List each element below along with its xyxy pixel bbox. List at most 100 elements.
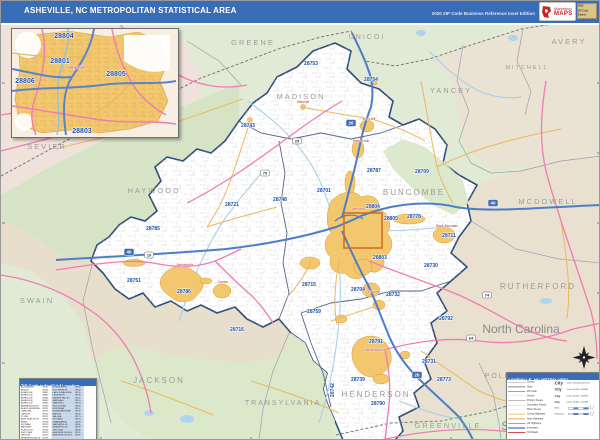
zip-label: 28732: [386, 292, 400, 298]
page-title: ASHEVILLE, NC METROPOLITAN STATISTICAL A…: [24, 6, 237, 15]
interstate-shield: 40: [123, 248, 135, 256]
legend-line-label: Primary Streets: [526, 399, 544, 402]
svg-text:40: 40: [490, 201, 496, 206]
legend-line-label: Streets: [526, 394, 535, 398]
zip-label: 28753: [304, 61, 318, 67]
legend-line-swatch: [508, 427, 526, 429]
legend-city-sample: City: [554, 400, 560, 404]
zip-label: 28743: [241, 123, 255, 129]
county-label: HAYWOOD: [127, 186, 180, 195]
legend-line-swatch: [508, 418, 526, 420]
zip-label: 28787: [367, 168, 381, 174]
legend-line-item: Toll Roads: [508, 430, 555, 435]
legend-line-label: State Highways: [526, 417, 544, 420]
svg-text:26: 26: [348, 121, 354, 126]
zip-label: 28805: [384, 216, 398, 222]
inset-zip-label: 28804: [54, 33, 74, 40]
zip-label: 28778: [407, 214, 421, 220]
us-route-shield: 70: [260, 169, 270, 177]
zip-label: 28715: [302, 282, 316, 288]
zip-label: 28709: [415, 169, 429, 175]
inset-zip-label: 28806: [15, 78, 35, 85]
zip-label: 28739: [351, 377, 365, 383]
legend-line-label: Minor Streets: [526, 408, 541, 411]
scale-bar-graphic: [567, 407, 589, 410]
county-label: MCDOWELL: [518, 197, 577, 206]
inset-zip-label: 28805: [106, 71, 126, 78]
city-label: Marshall: [297, 100, 309, 104]
legend-title-bar: ASHEVILLE, NC METRO AREA: [507, 373, 599, 380]
scale-bar-ticks: 0 5 10: [590, 406, 595, 411]
zip-label: 28701: [317, 188, 331, 194]
county-label: HENDERSON: [341, 390, 410, 399]
legend-body: County State ZIP Code Streets Primary Street…: [508, 380, 599, 439]
county-label: SWAIN: [20, 296, 54, 305]
zip-label: 28721: [225, 202, 239, 208]
legend-line-label: ZIP Code: [526, 390, 537, 393]
zip-label: 28748: [273, 197, 287, 203]
inset-zip-label: 28803: [72, 128, 92, 135]
interstate-shield: 40: [487, 199, 499, 207]
legend-city-label: Cities 100,000 and Over: [566, 381, 591, 385]
legend-scale-bar: Kilometers 0 8 16: [555, 411, 598, 417]
publisher-badge: 2020 ZIP Code Edition: [577, 3, 597, 19]
logo-line2: MAPS: [554, 10, 573, 17]
state-label: North Carolina: [482, 322, 560, 336]
legend-city-sample: City: [554, 380, 563, 386]
svg-text:19: 19: [147, 252, 152, 257]
city-label: Hendersonville: [364, 348, 385, 352]
legend-city-label: Cities 25,000 - 49,999: [566, 394, 588, 397]
legend-line-swatch: [508, 431, 526, 433]
city-label: Weaverville: [353, 139, 370, 143]
county-label: MITCHELL: [505, 65, 548, 71]
zip-label: 28785: [146, 226, 160, 232]
legend-line-label: Interstates: [526, 426, 538, 430]
legend-line-label: County Highways: [526, 413, 546, 416]
legend-line-swatch: [508, 386, 526, 388]
zip-label: 28711: [442, 233, 456, 239]
legend-line-swatch: [508, 381, 526, 383]
legend-line-items: County State ZIP Code Streets Primary Street…: [508, 380, 555, 439]
svg-text:25: 25: [295, 138, 300, 143]
us-route-shield: 64: [466, 334, 476, 342]
logo-map-icon: [542, 5, 551, 18]
legend-city-items: City Cities 100,000 and Over City Cities 50…: [555, 380, 598, 439]
inset-canvas: 28804 28801 28806 28805 28803 Asheville: [12, 29, 176, 135]
legend-line-label: Secondary Streets: [526, 403, 547, 407]
inset-map-asheville: 28804 28801 28806 28805 28803 Asheville: [11, 28, 179, 138]
zip-label: 28791: [369, 339, 383, 345]
zip-index-row: HENDERSONVILLE 28739: [21, 436, 96, 439]
svg-text:74: 74: [485, 292, 490, 297]
badge-line1: 2020: [578, 4, 584, 8]
inset-zip-label: 28801: [50, 58, 70, 65]
legend-line-label: US Highways: [526, 422, 542, 425]
edition-label: 2020 ZIP Code Business Reference Inset E…: [431, 11, 535, 16]
legend-line-swatch: [508, 390, 526, 392]
map-area[interactable]: GREENEUNICOICOCKESEVIERMADISONYANCEYMITC…: [1, 23, 599, 439]
legend-line-swatch: [508, 400, 526, 401]
county-label: BUNCOMBE: [383, 188, 445, 197]
zip-index-cell: [74, 436, 84, 439]
zip-label: 28773: [437, 377, 451, 383]
us-route-shield: 25: [292, 137, 302, 145]
zip-label: 28716: [230, 327, 244, 333]
county-label: SEVIER: [27, 142, 67, 151]
zip-label: 28790: [371, 401, 385, 407]
city-label: Mars Hill: [363, 117, 376, 121]
legend-line-label: Toll Roads: [526, 431, 538, 434]
county-label: GREENE: [231, 38, 275, 47]
map-sheet: ASHEVILLE, NC METROPOLITAN STATISTICAL A…: [0, 0, 600, 440]
title-bar: ASHEVILLE, NC METROPOLITAN STATISTICAL A…: [1, 1, 599, 25]
zip-index-rows: ALEXANDER 28701 HORSE SHOE 28742 ARDEN 28704 H…: [21, 386, 96, 439]
publisher-logo: Marketing MAPS 2020 ZIP Code Edition: [539, 2, 597, 21]
zip-index-table: ZIP Code Index/Grid Location ALEXANDER28…: [19, 378, 97, 439]
inset-city-label: Asheville: [67, 65, 86, 70]
county-label: JACKSON: [133, 376, 185, 385]
county-label: AVERY: [552, 37, 587, 46]
legend-line-label: County: [526, 381, 535, 384]
interstate-shield: 26: [345, 119, 357, 127]
zip-label: 28803: [373, 255, 387, 261]
legend-city-label: Cities 50,000 - 99,999: [566, 388, 588, 391]
zip-label: 28792: [439, 316, 453, 322]
scale-bar-label: Kilometers: [554, 412, 565, 415]
